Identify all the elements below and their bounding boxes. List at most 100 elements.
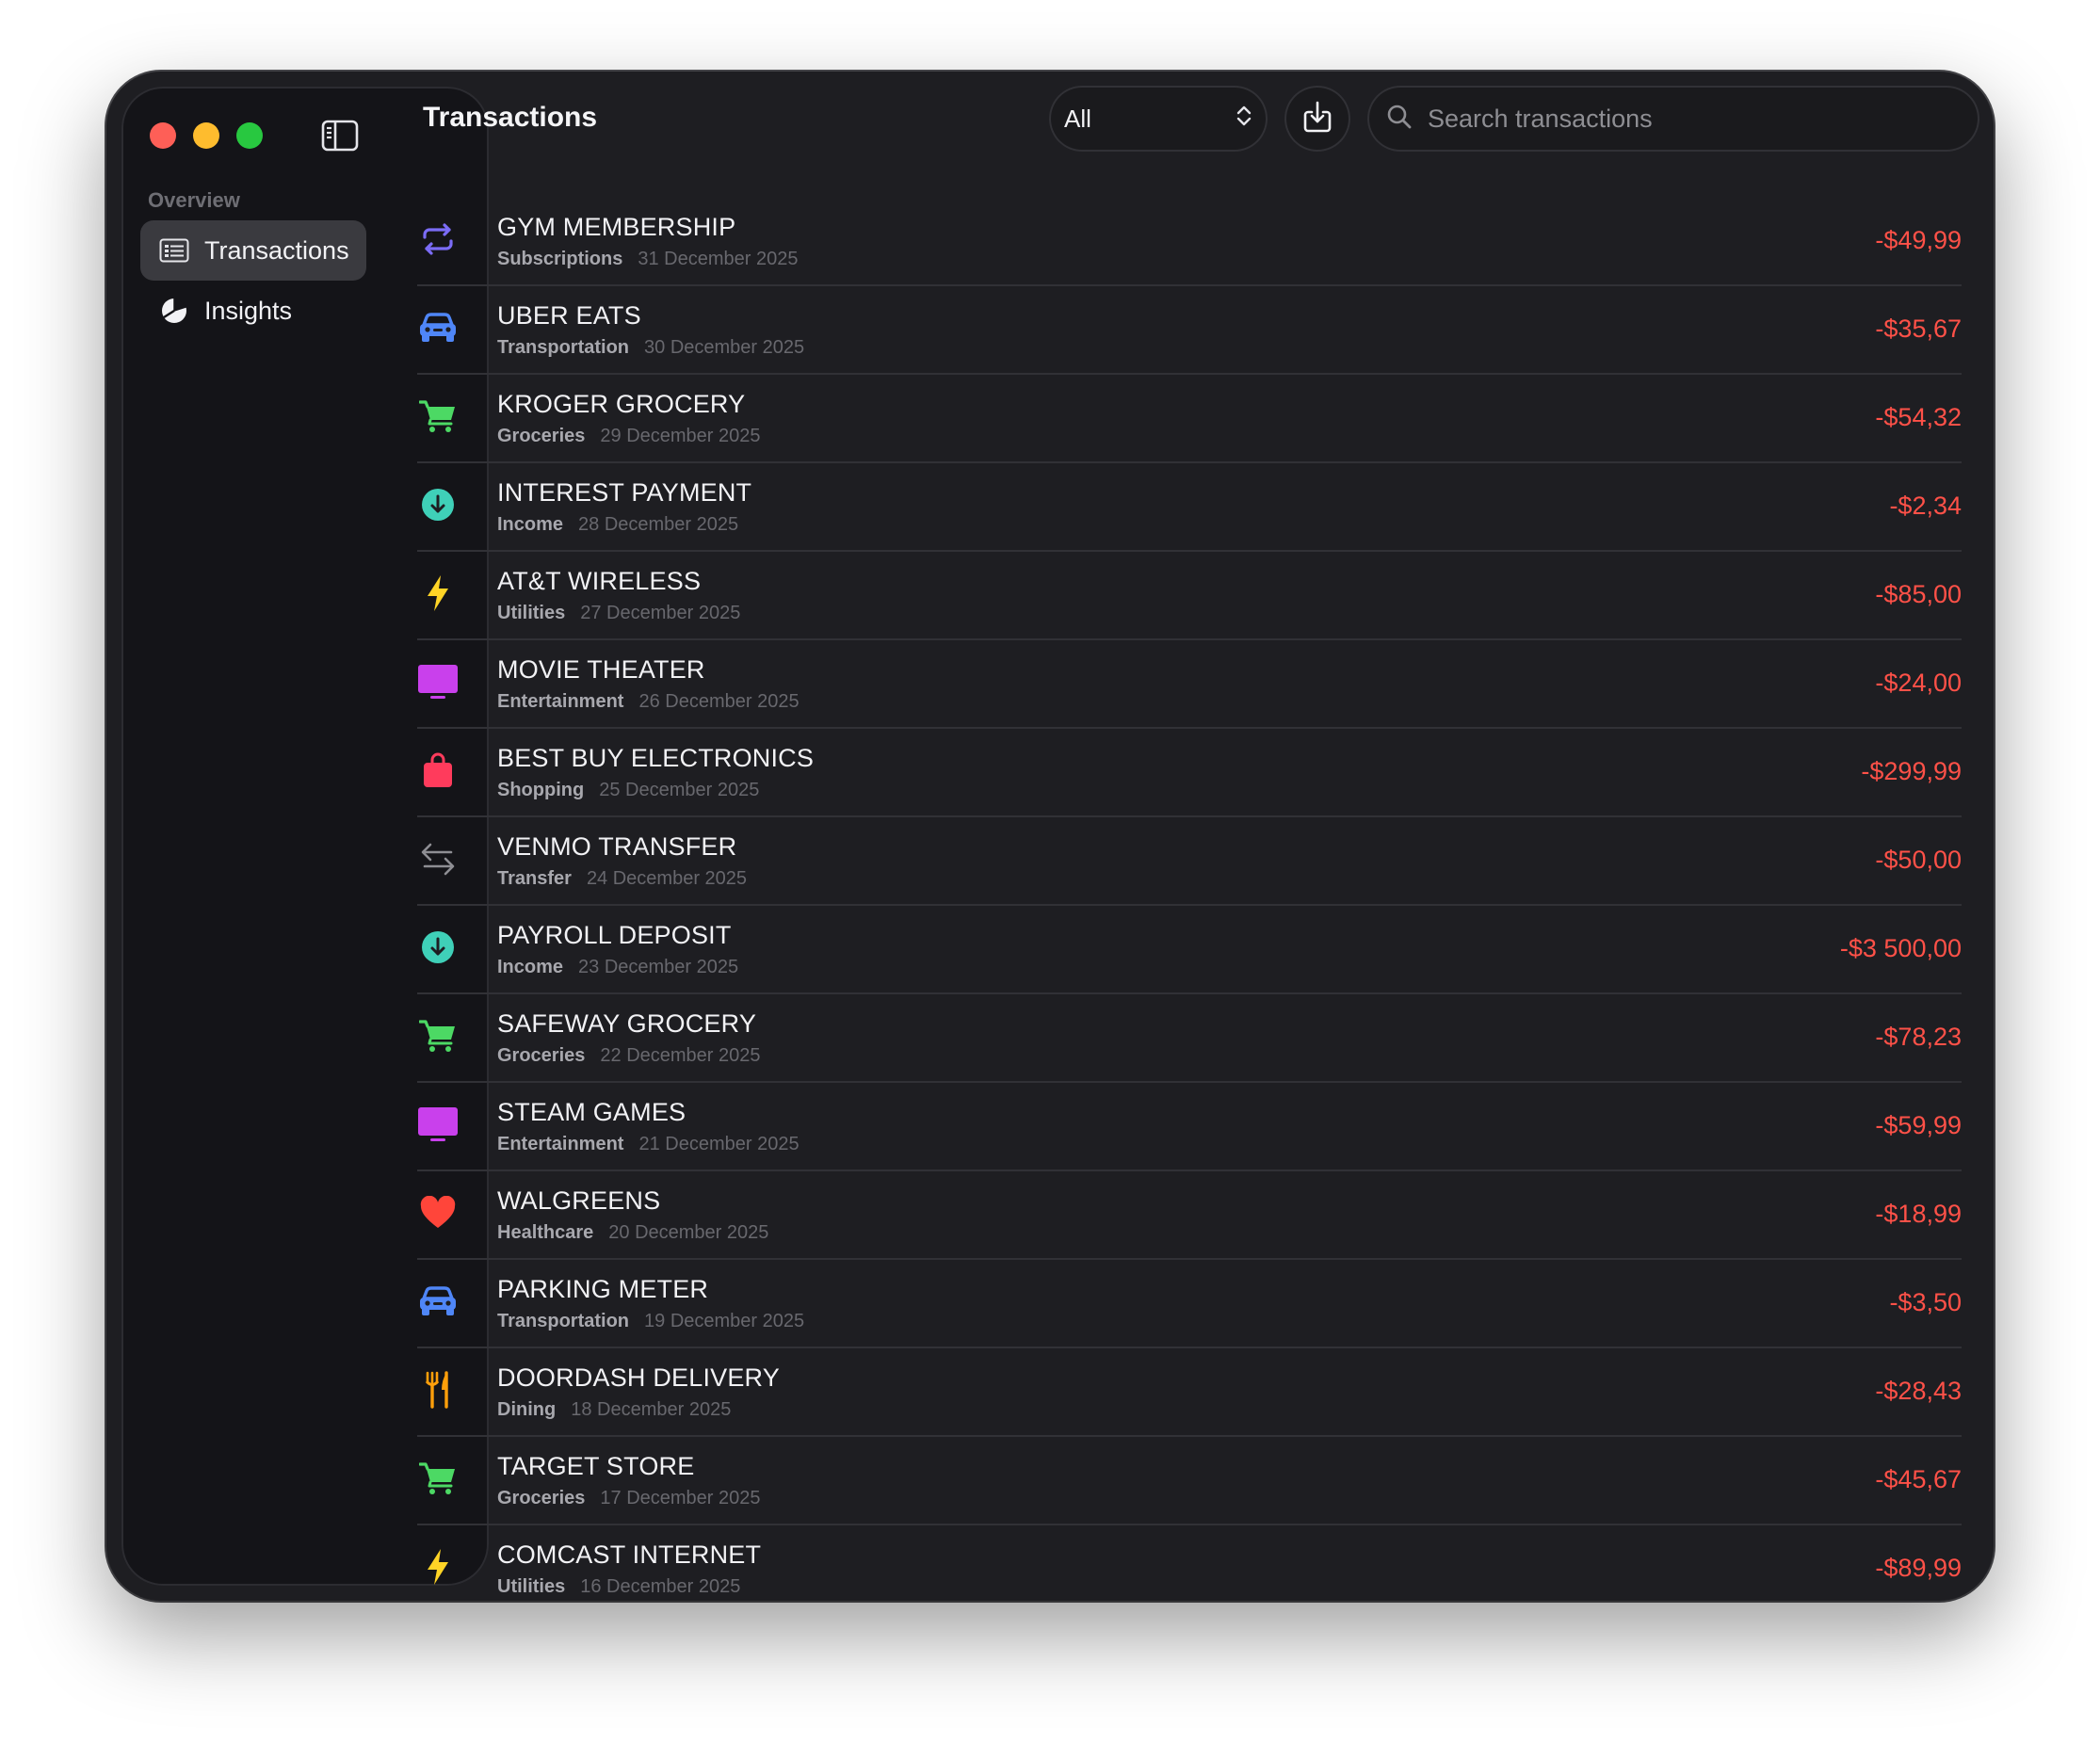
transaction-amount: -$35,67 bbox=[1875, 315, 1962, 343]
cart-icon bbox=[417, 1015, 459, 1056]
transaction-amount: -$78,23 bbox=[1875, 1023, 1962, 1051]
transaction-meta: Income 23 December 2025 bbox=[497, 957, 738, 978]
transaction-meta: Groceries 29 December 2025 bbox=[497, 426, 761, 447]
transaction-row[interactable]: COMCAST INTERNET Utilities 16 December 202… bbox=[417, 1525, 1962, 1601]
transaction-name: GYM MEMBERSHIP bbox=[497, 213, 736, 241]
transaction-date: 31 December 2025 bbox=[638, 249, 799, 269]
transaction-name: DOORDASH DELIVERY bbox=[497, 1363, 780, 1392]
transaction-name: WALGREENS bbox=[497, 1186, 661, 1215]
bolt-icon bbox=[417, 573, 459, 614]
page-title: Transactions bbox=[423, 102, 598, 133]
transaction-name: KROGER GROCERY bbox=[497, 390, 746, 418]
tv-icon bbox=[417, 661, 459, 702]
transaction-row[interactable]: PARKING METER Transportation 19 December 2… bbox=[417, 1260, 1962, 1348]
transaction-row[interactable]: DOORDASH DELIVERY Dining 18 December 2025 -… bbox=[417, 1348, 1962, 1437]
transaction-name: SAFEWAY GROCERY bbox=[497, 1009, 757, 1038]
sidebar-item-transactions[interactable]: Transactions bbox=[140, 220, 366, 281]
arrow-down-circle-icon bbox=[417, 484, 459, 525]
search-field[interactable] bbox=[1367, 86, 1979, 152]
arrow-down-circle-icon bbox=[417, 927, 459, 968]
car-icon bbox=[417, 307, 459, 348]
transaction-meta: Healthcare 20 December 2025 bbox=[497, 1222, 768, 1244]
cart-icon bbox=[417, 1458, 459, 1499]
transaction-category: Dining bbox=[497, 1399, 557, 1420]
sidebar-item-label: Insights bbox=[204, 296, 293, 325]
sidebar-item-insights[interactable]: Insights bbox=[140, 281, 366, 341]
transaction-name: PARKING METER bbox=[497, 1275, 709, 1303]
transaction-row[interactable]: SAFEWAY GROCERY Groceries 22 December 2025… bbox=[417, 994, 1962, 1083]
transaction-amount: -$24,00 bbox=[1875, 669, 1962, 697]
transaction-category: Shopping bbox=[497, 780, 585, 800]
transaction-date: 18 December 2025 bbox=[571, 1399, 732, 1420]
transaction-row[interactable]: GYM MEMBERSHIP Subscriptions 31 December 2… bbox=[417, 198, 1962, 286]
transaction-category: Groceries bbox=[497, 1488, 586, 1508]
transaction-name: BEST BUY ELECTRONICS bbox=[497, 744, 815, 772]
app-window: Overview Transactions Insights Transacti… bbox=[106, 72, 1994, 1601]
transaction-category: Transportation bbox=[497, 1311, 630, 1331]
transaction-meta: Transportation 30 December 2025 bbox=[497, 337, 804, 359]
transaction-row[interactable]: TARGET STORE Groceries 17 December 2025 -$4… bbox=[417, 1437, 1962, 1525]
transaction-amount: -$18,99 bbox=[1875, 1200, 1962, 1228]
transaction-date: 20 December 2025 bbox=[608, 1222, 769, 1243]
tv-icon bbox=[417, 1104, 459, 1145]
bolt-icon bbox=[417, 1546, 459, 1588]
sidebar-toggle-icon[interactable] bbox=[321, 119, 359, 153]
transaction-category: Groceries bbox=[497, 426, 586, 446]
transaction-meta: Groceries 22 December 2025 bbox=[497, 1045, 761, 1067]
transaction-date: 27 December 2025 bbox=[580, 603, 741, 623]
transaction-amount: -$85,00 bbox=[1875, 580, 1962, 608]
transaction-amount: -$59,99 bbox=[1875, 1111, 1962, 1139]
transaction-row[interactable]: VENMO TRANSFER Transfer 24 December 2025 -$… bbox=[417, 817, 1962, 906]
zoom-window-button[interactable] bbox=[236, 122, 263, 149]
transaction-date: 21 December 2025 bbox=[638, 1134, 800, 1154]
sidebar-item-label: Transactions bbox=[204, 235, 349, 265]
transaction-row[interactable]: BEST BUY ELECTRONICS Shopping 25 December … bbox=[417, 729, 1962, 817]
transaction-date: 25 December 2025 bbox=[599, 780, 760, 800]
transaction-meta: Entertainment 26 December 2025 bbox=[497, 691, 800, 713]
transaction-date: 28 December 2025 bbox=[578, 514, 739, 535]
transaction-date: 16 December 2025 bbox=[580, 1576, 741, 1597]
transaction-category: Utilities bbox=[497, 1576, 566, 1597]
transaction-row[interactable]: INTEREST PAYMENT Income 28 December 2025 -$… bbox=[417, 463, 1962, 552]
transfer-arrows-icon bbox=[417, 838, 459, 879]
search-icon bbox=[1386, 104, 1413, 135]
transaction-row[interactable]: MOVIE THEATER Entertainment 26 December 20… bbox=[417, 640, 1962, 729]
transaction-meta: Utilities 16 December 2025 bbox=[497, 1576, 740, 1598]
minimize-window-button[interactable] bbox=[193, 122, 219, 149]
export-button[interactable] bbox=[1284, 86, 1350, 152]
transaction-meta: Shopping 25 December 2025 bbox=[497, 780, 759, 801]
transaction-category: Groceries bbox=[497, 1045, 586, 1066]
transaction-meta: Groceries 17 December 2025 bbox=[497, 1488, 761, 1509]
transaction-date: 29 December 2025 bbox=[600, 426, 761, 446]
transaction-row[interactable]: PAYROLL DEPOSIT Income 23 December 2025 -$3… bbox=[417, 906, 1962, 994]
transaction-amount: -$49,99 bbox=[1875, 226, 1962, 254]
transaction-date: 23 December 2025 bbox=[578, 957, 739, 977]
transaction-category: Utilities bbox=[497, 603, 566, 623]
transaction-row[interactable]: WALGREENS Healthcare 20 December 2025 -$18,… bbox=[417, 1171, 1962, 1260]
transaction-meta: Transportation 19 December 2025 bbox=[497, 1311, 804, 1332]
filter-value: All bbox=[1064, 104, 1091, 133]
transaction-row[interactable]: STEAM GAMES Entertainment 21 December 2025… bbox=[417, 1083, 1962, 1171]
list-icon bbox=[157, 234, 191, 267]
transaction-category: Healthcare bbox=[497, 1222, 594, 1243]
transaction-category: Income bbox=[497, 957, 564, 977]
transaction-name: PAYROLL DEPOSIT bbox=[497, 921, 732, 949]
sidebar-section-label: Overview bbox=[148, 188, 240, 212]
car-icon bbox=[417, 1281, 459, 1322]
transaction-amount: -$3,50 bbox=[1889, 1288, 1962, 1316]
category-filter-select[interactable]: All bbox=[1049, 86, 1268, 152]
transaction-amount: -$54,32 bbox=[1875, 403, 1962, 431]
transaction-row[interactable]: AT&T WIRELESS Utilities 27 December 2025 -$… bbox=[417, 552, 1962, 640]
close-window-button[interactable] bbox=[150, 122, 176, 149]
fork-knife-icon bbox=[417, 1369, 459, 1411]
transaction-row[interactable]: UBER EATS Transportation 30 December 2025 -… bbox=[417, 286, 1962, 375]
transaction-category: Entertainment bbox=[497, 691, 624, 712]
transaction-date: 22 December 2025 bbox=[600, 1045, 761, 1066]
transaction-name: TARGET STORE bbox=[497, 1452, 695, 1480]
transaction-category: Transfer bbox=[497, 868, 572, 889]
search-input[interactable] bbox=[1426, 103, 1957, 135]
transaction-meta: Subscriptions 31 December 2025 bbox=[497, 249, 798, 270]
transaction-meta: Utilities 27 December 2025 bbox=[497, 603, 740, 624]
transaction-row[interactable]: KROGER GROCERY Groceries 29 December 2025 -… bbox=[417, 375, 1962, 463]
transaction-list: GYM MEMBERSHIP Subscriptions 31 December 2… bbox=[417, 198, 1962, 1601]
